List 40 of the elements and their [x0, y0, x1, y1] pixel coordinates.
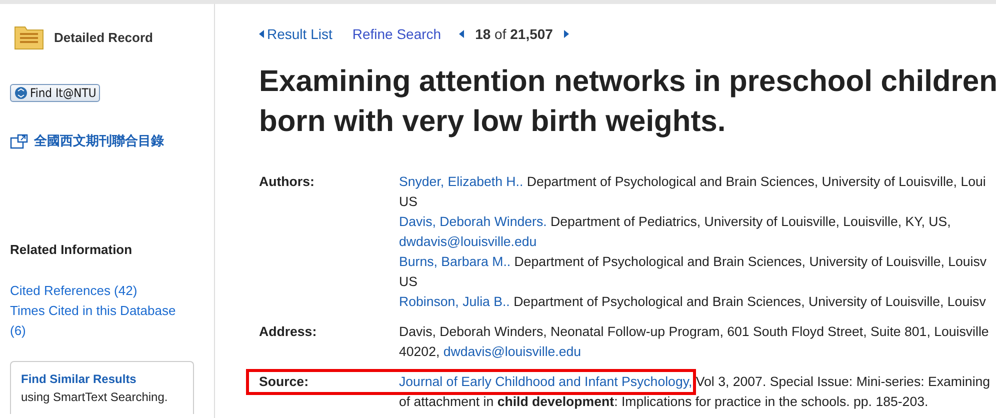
folder-icon	[14, 24, 44, 50]
field-label: Address:	[259, 323, 318, 341]
email-link[interactable]: dwdavis@louisville.edu	[443, 344, 582, 359]
email-link[interactable]: dwdavis@louisville.edu	[399, 234, 537, 249]
back-icon	[259, 30, 264, 38]
field-label: Source:	[259, 373, 310, 391]
field-label: Authors:	[259, 173, 316, 191]
catalog-link[interactable]: 全國西文期刊聯合目錄	[34, 132, 164, 150]
related-heading: Related Information	[10, 242, 132, 257]
affiliation-text: US	[399, 194, 418, 209]
related-link[interactable]: (6)	[10, 321, 26, 341]
logo-icon	[14, 86, 28, 100]
refine-search-link[interactable]: Refine Search	[352, 26, 442, 42]
affiliation-text: Department of Pediatrics, University of Louisville, Louisville, KY, US,	[550, 214, 951, 229]
similar-results-link[interactable]: Find Similar Results	[21, 372, 136, 386]
related-link[interactable]: Cited References (42)	[10, 281, 138, 301]
author-link[interactable]: Davis, Deborah Winders.	[399, 214, 547, 229]
journal-link[interactable]: Journal of Early Childhood and Infant Psychology,	[399, 374, 692, 389]
next-icon[interactable]	[562, 30, 569, 38]
related-link[interactable]: Times Cited in this Database	[10, 301, 176, 321]
record-title: born with very low birth weights.	[259, 104, 727, 140]
affiliation-text: Department of Psychological and Brain Sciences, University of Louisville, Loui	[526, 174, 986, 189]
affiliation-text: Department of Psychological and Brain Sciences, University of Louisville, Louisv	[513, 254, 987, 269]
result-list-link[interactable]: Result List	[259, 26, 332, 42]
author-link[interactable]: Burns, Barbara M..	[399, 254, 511, 269]
source-text: of attachment in child development: Implications for practice in the schools. pp. 185-203.	[399, 394, 928, 409]
card-text: using SmartText Searching.	[21, 390, 168, 404]
address-text: Davis, Deborah Winders, Neonatal Follow-up Program, 601 South Floyd Street, Suite 801, Louisville	[399, 324, 989, 339]
author-link[interactable]: Snyder, Elizabeth H..	[399, 174, 524, 189]
record-title: Examining attention networks in preschool children	[259, 64, 996, 100]
find-it-button[interactable]: Find It@NTU	[10, 84, 100, 102]
external-link-icon	[10, 134, 28, 148]
previous-icon[interactable]	[459, 30, 466, 38]
author-link[interactable]: Robinson, Julia B..	[399, 294, 510, 309]
affiliation-text: US	[399, 274, 418, 289]
affiliation-text: Department of Psychological and Brain Sciences, University of Louisville, Louisv	[512, 294, 986, 309]
address-text: 40202,	[399, 344, 440, 359]
source-text: Vol 3, 2007. Special Issue: Mini-series: Examining	[696, 374, 990, 389]
section-title: Detailed Record	[54, 30, 153, 44]
record-position: 18 of 21,507	[475, 26, 553, 42]
